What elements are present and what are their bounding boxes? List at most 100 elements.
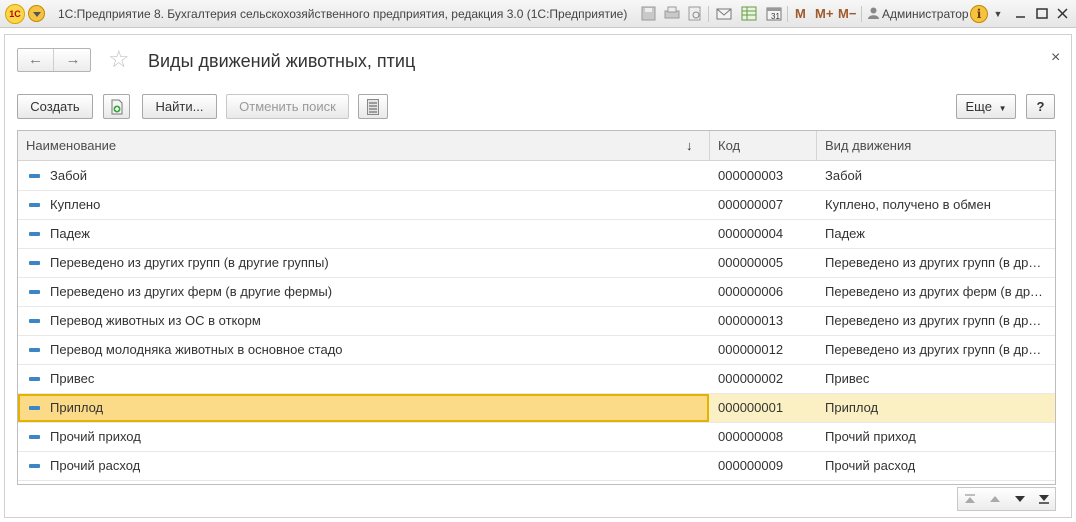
cell-name: Забой bbox=[50, 168, 88, 183]
table-row[interactable]: Переведено из других ферм (в другие ферм… bbox=[18, 278, 1055, 307]
cell-kind: Приплод bbox=[825, 400, 879, 415]
spreadsheet-icon[interactable] bbox=[741, 6, 757, 21]
memory-m-button[interactable]: M bbox=[795, 6, 806, 21]
catalog-item-icon bbox=[29, 319, 40, 323]
cell-kind: Забой bbox=[825, 168, 863, 183]
preview-icon[interactable] bbox=[687, 6, 703, 21]
calendar-icon[interactable]: 31 bbox=[766, 6, 782, 21]
cell-code: 000000004 bbox=[718, 226, 784, 241]
scroll-to-bottom-icon[interactable] bbox=[1032, 488, 1056, 510]
catalog-item-icon bbox=[29, 435, 40, 439]
column-header-kind[interactable]: Вид движения bbox=[817, 131, 1055, 161]
catalog-item-icon bbox=[29, 348, 40, 352]
app-title: 1С:Предприятие 8. Бухгалтерия сельскохоз… bbox=[58, 7, 628, 21]
table-row[interactable]: Прочий приход 000000008 Прочий приход bbox=[18, 423, 1055, 452]
catalog-item-icon bbox=[29, 261, 40, 265]
table-body: Забой 000000003 Забой Куплено 000000007 Купле… bbox=[18, 162, 1055, 481]
create-button[interactable]: Создать bbox=[17, 94, 93, 119]
catalog-item-icon bbox=[29, 406, 40, 410]
catalog-item-icon bbox=[29, 174, 40, 178]
cell-kind: Переведено из других групп (в другие гру… bbox=[825, 313, 1047, 328]
cell-code: 000000001 bbox=[718, 400, 784, 415]
table-row[interactable]: Куплено 000000007 Куплено, получено в обме… bbox=[18, 191, 1055, 220]
cell-code: 000000008 bbox=[718, 429, 784, 444]
cell-name: Куплено bbox=[50, 197, 101, 212]
list-scroll-buttons bbox=[957, 487, 1056, 511]
cell-code: 000000007 bbox=[718, 197, 784, 212]
back-button[interactable]: ← bbox=[18, 49, 54, 71]
more-button[interactable]: Еще ▼ bbox=[956, 94, 1016, 119]
data-table: Наименование ↓ Код Вид движения Забой 000… bbox=[17, 130, 1056, 485]
scroll-down-icon[interactable] bbox=[1008, 488, 1032, 510]
current-user[interactable]: Администратор bbox=[882, 7, 969, 21]
table-row[interactable]: Перевод животных из ОС в откорм 000000013… bbox=[18, 307, 1055, 336]
table-row[interactable]: Прочий расход 000000009 Прочий расход bbox=[18, 452, 1055, 481]
cell-name: Переведено из других ферм (в другие ферм… bbox=[50, 284, 333, 299]
cell-code: 000000009 bbox=[718, 458, 784, 473]
scroll-to-top-icon[interactable] bbox=[958, 488, 982, 510]
cell-name: Привес bbox=[50, 371, 95, 386]
info-icon[interactable]: i bbox=[970, 5, 988, 23]
catalog-item-icon bbox=[29, 377, 40, 381]
maximize-button[interactable] bbox=[1033, 5, 1051, 23]
toolbar-separator bbox=[787, 6, 788, 22]
save-icon[interactable] bbox=[641, 6, 657, 21]
cancel-search-button[interactable]: Отменить поиск bbox=[226, 94, 349, 119]
close-form-button[interactable]: × bbox=[1051, 49, 1060, 67]
svg-text:31: 31 bbox=[771, 12, 780, 21]
memory-m-minus-button[interactable]: M− bbox=[838, 6, 856, 21]
help-button[interactable]: ? bbox=[1026, 94, 1055, 119]
cell-name: Прочий приход bbox=[50, 429, 141, 444]
cell-code: 000000012 bbox=[718, 342, 784, 357]
column-header-code[interactable]: Код bbox=[710, 131, 817, 161]
main-menu-button[interactable] bbox=[28, 5, 45, 22]
table-row[interactable]: Забой 000000003 Забой bbox=[18, 162, 1055, 191]
cell-kind: Привес bbox=[825, 371, 870, 386]
cell-code: 000000013 bbox=[718, 313, 784, 328]
favorite-star-icon[interactable]: ☆ bbox=[108, 48, 130, 72]
title-bar: 1С 1С:Предприятие 8. Бухгалтерия сельско… bbox=[0, 0, 1076, 28]
app-logo-icon: 1С bbox=[5, 4, 25, 24]
cell-name: Падеж bbox=[50, 226, 90, 241]
print-icon[interactable] bbox=[664, 6, 680, 21]
mail-icon[interactable] bbox=[716, 6, 732, 21]
catalog-item-icon bbox=[29, 203, 40, 207]
forward-button[interactable]: → bbox=[55, 49, 91, 71]
table-row[interactable]: Приплод 000000001 Приплод bbox=[18, 394, 1055, 423]
cell-kind: Прочий расход bbox=[825, 458, 916, 473]
scroll-up-icon[interactable] bbox=[983, 488, 1007, 510]
copy-button[interactable] bbox=[103, 94, 130, 119]
chevron-down-icon: ▼ bbox=[998, 104, 1007, 113]
toolbar-separator bbox=[861, 6, 862, 22]
cell-name: Перевод животных из ОС в откорм bbox=[50, 313, 261, 328]
cell-name: Приплод bbox=[50, 400, 104, 415]
table-row[interactable]: Привес 000000002 Привес bbox=[18, 365, 1055, 394]
list-settings-button[interactable] bbox=[358, 94, 388, 119]
table-row[interactable]: Перевод молодняка животных в основное ст… bbox=[18, 336, 1055, 365]
user-icon bbox=[868, 7, 879, 19]
cell-kind: Падеж bbox=[825, 226, 865, 241]
cell-kind: Прочий приход bbox=[825, 429, 916, 444]
catalog-item-icon bbox=[29, 232, 40, 236]
cell-kind: Переведено из других ферм (в другие ферм… bbox=[825, 284, 1047, 299]
cell-name: Прочий расход bbox=[50, 458, 141, 473]
memory-m-plus-button[interactable]: M+ bbox=[815, 6, 833, 21]
cell-kind: Переведено из других групп (в другие гру… bbox=[825, 255, 1047, 270]
list-icon bbox=[367, 99, 379, 115]
column-header-name[interactable]: Наименование bbox=[18, 131, 710, 161]
cell-kind: Переведено из других групп (в другие гру… bbox=[825, 342, 1047, 357]
toolbar-separator bbox=[708, 6, 709, 22]
table-row[interactable]: Падеж 000000004 Падеж bbox=[18, 220, 1055, 249]
page-title: Виды движений животных, птиц bbox=[148, 51, 416, 71]
copy-icon bbox=[111, 99, 122, 115]
minimize-button[interactable] bbox=[1012, 5, 1030, 23]
table-row[interactable]: Переведено из других групп (в другие гру… bbox=[18, 249, 1055, 278]
cell-name: Перевод молодняка животных в основное ст… bbox=[50, 342, 343, 357]
window-close-button[interactable] bbox=[1054, 5, 1072, 23]
find-button[interactable]: Найти... bbox=[142, 94, 217, 119]
chevron-down-icon[interactable]: ▼ bbox=[989, 5, 1007, 23]
list-form: ← → ☆ Виды движений животных, птиц × Соз… bbox=[4, 34, 1072, 518]
more-label: Еще bbox=[965, 99, 992, 114]
cell-code: 000000002 bbox=[718, 371, 784, 386]
sort-arrow-icon: ↓ bbox=[686, 138, 693, 153]
